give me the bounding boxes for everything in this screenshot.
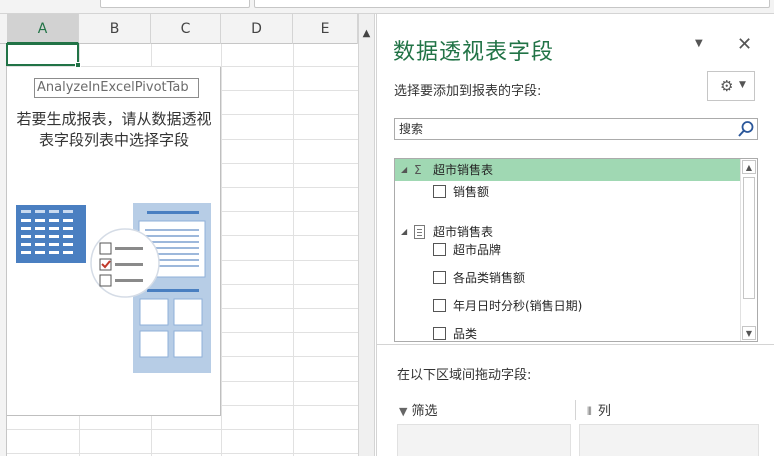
field-checkbox[interactable] [433,327,446,340]
filter-drop-zone[interactable] [397,424,571,456]
selected-cell-a1[interactable] [6,43,79,66]
field-checkbox[interactable] [433,271,446,284]
field-label: 超市品牌 [453,243,502,257]
column-header-c[interactable]: C [151,14,221,44]
table-icon [414,225,425,239]
columns-icon: ⦀ [587,405,592,418]
field-checkbox[interactable] [433,299,446,312]
group-row-measures[interactable]: ◢ Σ 超市销售表 [395,159,741,181]
gear-icon: ⚙ [720,77,734,95]
gridline-horizontal [7,453,358,454]
chevron-down-icon: ▼ [739,80,746,90]
search-input[interactable] [395,119,735,139]
field-label: 销售额 [453,185,490,199]
scroll-thumb[interactable] [743,177,755,299]
filter-area-header: ▼ 筛选 [399,400,437,419]
drag-fields-label: 在以下区域间拖动字段: [397,368,532,383]
collapse-triangle-icon[interactable]: ◢ [401,221,407,243]
gridline-vertical [293,44,294,456]
close-icon[interactable]: ✕ [737,34,752,55]
field-label: 年月日时分秒(销售日期) [453,299,583,313]
scroll-up-arrow-icon[interactable]: ▲ [742,160,756,174]
scroll-down-arrow-icon[interactable]: ▼ [742,326,756,340]
pivot-illustration-icon [16,203,211,373]
field-label: 各品类销售额 [453,271,526,285]
sheet-vertical-scrollbar[interactable]: ▲ [358,14,375,456]
name-box[interactable] [100,0,250,8]
columns-drop-zone[interactable] [579,424,759,456]
search-icon[interactable] [737,120,755,138]
group-row-table[interactable]: ◢ 超市销售表 [395,221,741,243]
column-headers: A B C D E [0,14,358,44]
column-header-e[interactable]: E [293,14,358,44]
pivot-field-list-pane: 数据透视表字段 ▼ ✕ 选择要添加到报表的字段: ⚙ ▼ ◢ Σ 超市销售表 销… [376,14,774,456]
field-checkbox[interactable] [433,243,446,256]
row-header-gutter [0,44,7,456]
pivot-hint-text: 若要生成报表，请从数据透视表字段列表中选择字段 [16,110,212,149]
collapse-triangle-icon[interactable]: ◢ [401,159,407,181]
field-list[interactable]: ◢ Σ 超市销售表 销售额 ◢ 超市销售表 超市品牌 各品类销售额 年月日时分秒… [394,158,758,342]
field-label: 品类 [453,327,478,341]
choose-fields-label: 选择要添加到报表的字段: [394,84,542,99]
field-checkbox[interactable] [433,185,446,198]
gridline-horizontal [7,429,358,430]
pivot-table-placeholder[interactable]: AnalyzeInExcelPivotTab 若要生成报表，请从数据透视表字段列… [7,67,221,416]
formula-bar-strip [0,0,774,14]
filter-funnel-icon: ▼ [399,405,408,418]
sigma-icon: Σ [414,163,422,177]
column-header-a[interactable]: A [7,14,79,44]
group-label: 超市销售表 [433,163,494,177]
search-box[interactable] [394,118,758,140]
field-list-scrollbar[interactable]: ▲ ▼ [740,159,757,341]
columns-area-label: 列 [597,404,611,419]
gridline-vertical [221,44,222,456]
scroll-up-arrow-icon[interactable]: ▲ [359,26,374,42]
column-header-b[interactable]: B [79,14,151,44]
area-divider [575,400,576,420]
formula-input[interactable] [254,0,770,8]
columns-area-header: ⦀ 列 [587,400,611,419]
pane-title: 数据透视表字段 [393,40,555,65]
field-list-settings-button[interactable]: ⚙ ▼ [707,71,755,101]
column-header-d[interactable]: D [221,14,293,44]
pivot-table-name: AnalyzeInExcelPivotTab [34,78,199,98]
pane-separator[interactable] [377,344,774,345]
filter-area-label: 筛选 [411,404,438,419]
pane-options-chevron-down-icon[interactable]: ▼ [695,38,703,49]
